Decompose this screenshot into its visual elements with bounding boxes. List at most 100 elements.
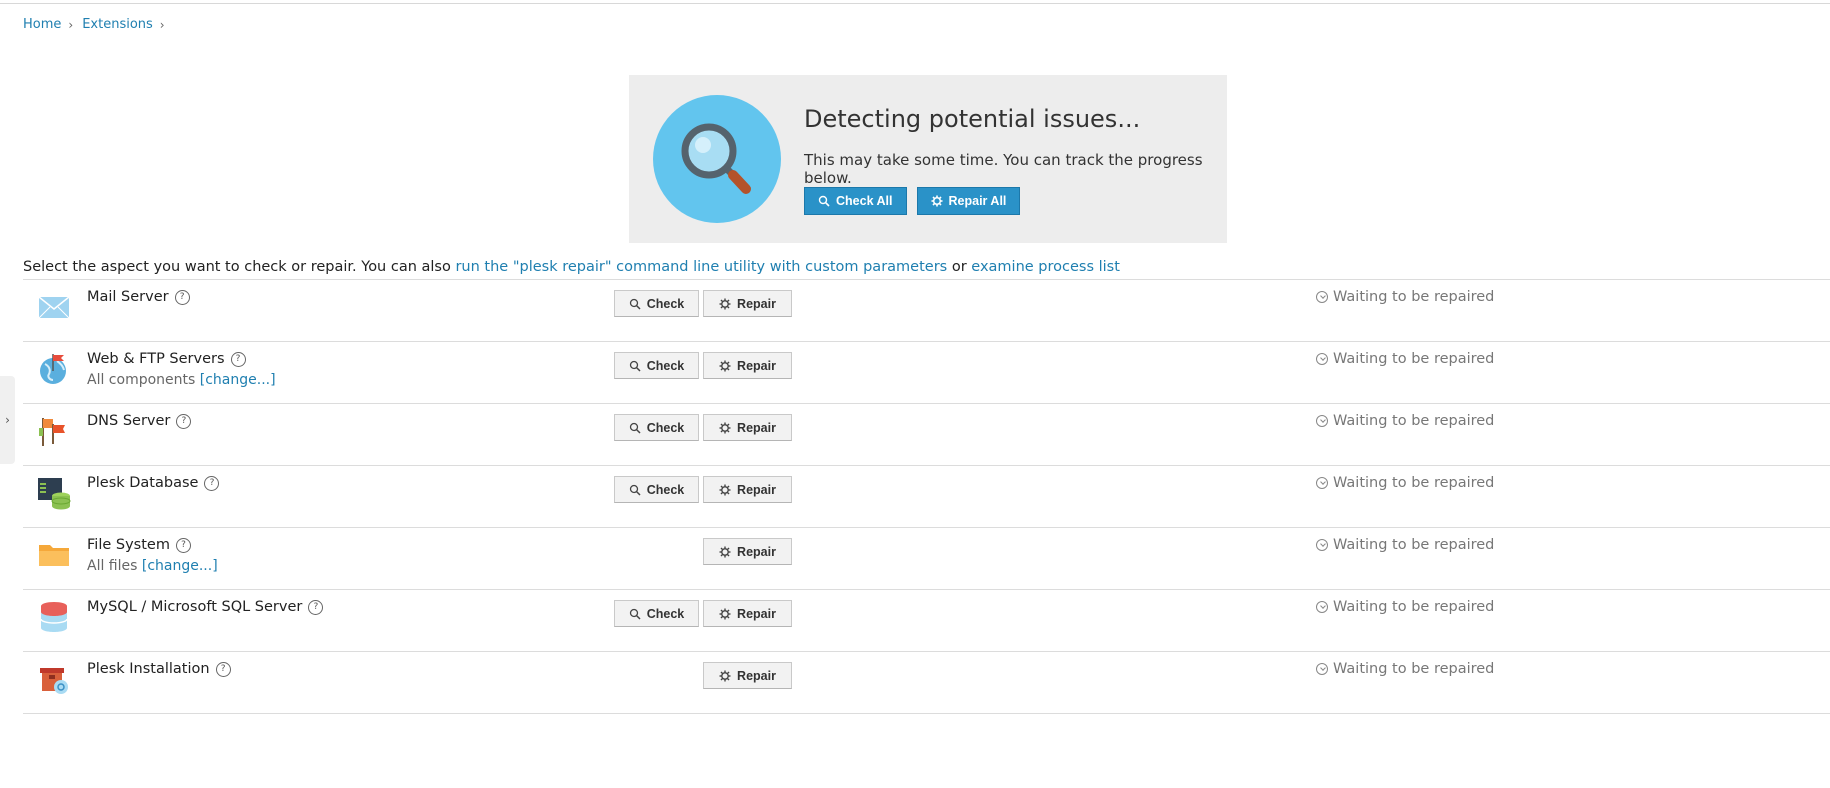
hero-subtitle: This may take some time. You can track t…: [804, 151, 1203, 187]
repair-row-file-system: File System ? All files [change...] Repa…: [23, 528, 1830, 590]
database-stack-icon: [37, 600, 71, 634]
search-icon: [629, 608, 641, 620]
chevron-right-icon: ›: [5, 413, 10, 427]
chevron-right-icon: ›: [68, 17, 74, 32]
change-link[interactable]: [change...]: [200, 372, 276, 388]
help-icon[interactable]: ?: [230, 351, 246, 367]
breadcrumb-home-link[interactable]: Home: [23, 17, 61, 32]
search-icon: [818, 195, 830, 207]
check-button-web-ftp-servers[interactable]: Check: [614, 352, 699, 379]
status-text: Waiting to be repaired: [1316, 599, 1494, 615]
gear-icon: [719, 484, 731, 495]
repair-button-plesk-database[interactable]: Repair: [703, 476, 792, 503]
repair-button-web-ftp-servers[interactable]: Repair: [703, 352, 792, 379]
gear-icon: [931, 195, 943, 207]
status-label: Waiting to be repaired: [1333, 537, 1495, 553]
status-text: Waiting to be repaired: [1316, 537, 1494, 553]
row-subtext-label: All components: [87, 372, 200, 388]
repair-label: Repair: [737, 296, 776, 311]
help-icon[interactable]: ?: [174, 289, 190, 305]
search-icon: [629, 484, 641, 496]
repair-all-button[interactable]: Repair All: [916, 187, 1021, 215]
repair-label: Repair: [737, 358, 776, 373]
status-label: Waiting to be repaired: [1333, 599, 1495, 615]
chevron-right-icon: ›: [159, 17, 165, 32]
status-label: Waiting to be repaired: [1333, 351, 1495, 367]
instruction-prefix: Select the aspect you want to check or r…: [23, 259, 456, 275]
check-all-button[interactable]: Check All: [804, 187, 907, 215]
gear-icon: [719, 608, 731, 619]
clock-icon: [1316, 477, 1328, 489]
status-label: Waiting to be repaired: [1333, 661, 1495, 677]
breadcrumb: Home › Extensions ›: [23, 17, 174, 32]
magnifier-icon: [653, 95, 781, 223]
row-name: MySQL / Microsoft SQL Server: [87, 599, 303, 615]
row-name: Plesk Installation: [87, 661, 210, 677]
repair-list: Mail Server ? Check Repair Waiting to be…: [23, 280, 1830, 714]
instruction-text: Select the aspect you want to check or r…: [23, 259, 1120, 275]
search-icon: [629, 298, 641, 310]
mail-envelope-icon: [37, 290, 71, 324]
clock-icon: [1316, 601, 1328, 613]
repair-button-dns-server[interactable]: Repair: [703, 414, 792, 441]
repair-label: Repair: [737, 482, 776, 497]
row-name: Plesk Database: [87, 475, 199, 491]
dns-flags-icon: [37, 414, 71, 448]
database-window-icon: [37, 476, 71, 510]
hero-panel: Detecting potential issues... This may t…: [629, 75, 1227, 243]
repair-label: Repair: [737, 606, 776, 621]
repair-button-plesk-installation[interactable]: Repair: [703, 662, 792, 689]
repair-button-file-system[interactable]: Repair: [703, 538, 792, 565]
check-button-mysql-microsoft-sql-server[interactable]: Check: [614, 600, 699, 627]
repair-label: Repair: [737, 668, 776, 683]
gear-icon: [719, 298, 731, 309]
check-all-label: Check All: [836, 194, 893, 208]
row-name: Mail Server: [87, 289, 169, 305]
row-subtext: All components [change...]: [87, 372, 276, 388]
globe-flag-icon: [37, 352, 71, 386]
repair-all-label: Repair All: [948, 194, 1007, 208]
row-name: File System: [87, 537, 170, 553]
gear-icon: [719, 670, 731, 681]
gear-icon: [719, 546, 731, 557]
repair-row-plesk-installation: Plesk Installation ? Repair Waiting to b…: [23, 652, 1830, 714]
breadcrumb-extensions-link[interactable]: Extensions: [82, 17, 153, 32]
check-button-dns-server[interactable]: Check: [614, 414, 699, 441]
package-box-icon: [37, 662, 71, 696]
check-label: Check: [646, 482, 685, 497]
clock-icon: [1316, 353, 1328, 365]
check-label: Check: [646, 420, 685, 435]
row-subtext: All files [change...]: [87, 558, 218, 574]
check-button-plesk-database[interactable]: Check: [614, 476, 699, 503]
clock-icon: [1316, 663, 1328, 675]
help-icon[interactable]: ?: [204, 475, 220, 491]
check-label: Check: [646, 296, 685, 311]
folder-icon: [37, 538, 71, 572]
help-icon[interactable]: ?: [308, 599, 324, 615]
repair-button-mysql-microsoft-sql-server[interactable]: Repair: [703, 600, 792, 627]
repair-button-mail-server[interactable]: Repair: [703, 290, 792, 317]
status-text: Waiting to be repaired: [1316, 475, 1494, 491]
help-icon[interactable]: ?: [215, 661, 231, 677]
repair-row-mail-server: Mail Server ? Check Repair Waiting to be…: [23, 280, 1830, 342]
status-label: Waiting to be repaired: [1333, 413, 1495, 429]
instruction-middle: or: [947, 259, 972, 275]
sidebar-toggle[interactable]: ›: [0, 376, 15, 464]
gear-icon: [719, 360, 731, 371]
row-subtext-label: All files: [87, 558, 142, 574]
examine-process-list-link[interactable]: examine process list: [971, 259, 1120, 275]
search-icon: [629, 422, 641, 434]
check-label: Check: [646, 358, 685, 373]
status-text: Waiting to be repaired: [1316, 413, 1494, 429]
plesk-repair-cli-link[interactable]: run the "plesk repair" command line util…: [455, 259, 947, 275]
change-link[interactable]: [change...]: [142, 558, 218, 574]
top-border: [0, 3, 1830, 4]
help-icon[interactable]: ?: [176, 413, 192, 429]
clock-icon: [1316, 539, 1328, 551]
clock-icon: [1316, 415, 1328, 427]
check-button-mail-server[interactable]: Check: [614, 290, 699, 317]
repair-label: Repair: [737, 544, 776, 559]
help-icon[interactable]: ?: [175, 537, 191, 553]
repair-row-plesk-database: Plesk Database ? Check Repair Waiting to…: [23, 466, 1830, 528]
search-icon: [629, 360, 641, 372]
